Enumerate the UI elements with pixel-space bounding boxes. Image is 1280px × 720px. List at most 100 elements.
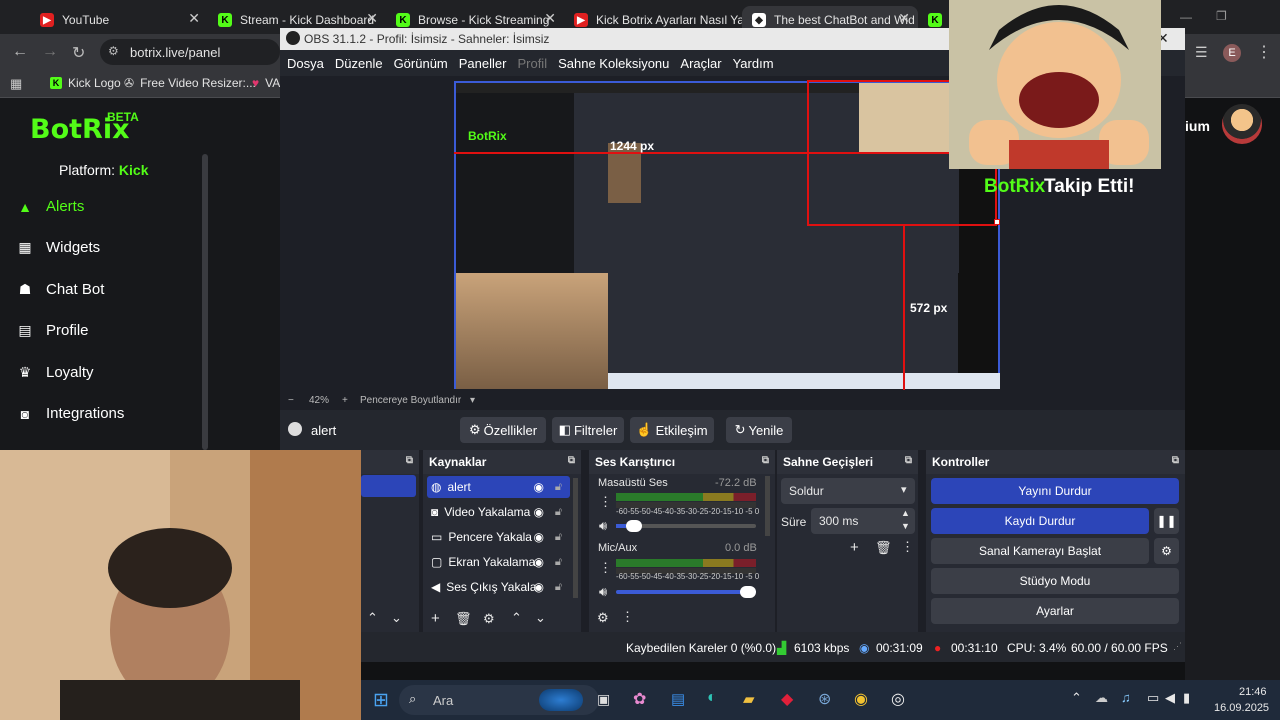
filters-button[interactable]: ◧ Filtreler xyxy=(552,417,624,443)
copilot-icon[interactable]: ✿ xyxy=(633,689,646,709)
sidebar-item-widgets[interactable]: ▦ Widgets xyxy=(18,239,100,256)
windows-start-icon[interactable]: ⊞ xyxy=(373,689,389,712)
address-bar[interactable]: ⚙ botrix.live/panel xyxy=(100,39,280,65)
interact-button[interactable]: ☝ Etkileşim xyxy=(630,417,714,443)
obs-taskbar-icon[interactable]: ◎ xyxy=(891,689,905,709)
eye-icon[interactable]: ◉ xyxy=(534,505,544,519)
reading-list-icon[interactable]: ☰ xyxy=(1195,44,1208,61)
forward-icon[interactable]: → xyxy=(42,43,58,61)
refresh-button[interactable]: ↻ Yenile xyxy=(726,417,792,443)
mixer-menu-icon[interactable]: ⋮ xyxy=(621,609,634,625)
add-source-icon[interactable]: + xyxy=(431,610,440,627)
duration-input[interactable]: 300 ms ▲ ▼ xyxy=(811,508,915,534)
arrow-up-icon[interactable]: ⌃ xyxy=(511,610,522,626)
mixer-settings-icon[interactable]: ⚙ xyxy=(597,610,609,626)
transition-select[interactable]: Soldur ▾ xyxy=(781,478,915,504)
transition-menu-icon[interactable]: ⋮ xyxy=(901,539,914,555)
source-item[interactable]: ◍ alert ◉ 🔓︎ xyxy=(427,476,570,498)
sidebar-item-integrations[interactable]: ◙ Integrations xyxy=(18,405,125,422)
speaker-icon[interactable]: 🔊︎ xyxy=(599,518,607,534)
menu-duzenle[interactable]: Düzenle xyxy=(335,56,383,71)
settings-button[interactable]: Ayarlar xyxy=(931,598,1179,624)
file-explorer-icon[interactable]: ▰ xyxy=(743,690,755,708)
volume-icon[interactable]: ◀ xyxy=(1165,690,1175,706)
sidebar-item-chat-bot[interactable]: ☗ Chat Bot xyxy=(18,281,105,298)
profile-avatar[interactable]: E xyxy=(1223,44,1241,62)
lock-icon[interactable]: 🔓︎ xyxy=(555,506,562,519)
bookmark-item[interactable]: K Kick Logo xyxy=(50,76,121,90)
taskbar-time[interactable]: 21:46 xyxy=(1239,686,1267,698)
tray-app-icon[interactable]: ☁ xyxy=(1095,690,1108,706)
menu-dosya[interactable]: Dosya xyxy=(287,56,324,71)
lock-icon[interactable]: 🔓︎ xyxy=(555,556,562,569)
arrow-down-icon[interactable]: ⌄ xyxy=(535,610,546,626)
browser-tab[interactable]: ▶ YouTube ✕ xyxy=(30,6,208,34)
studio-mode-button[interactable]: Stüdyo Modu xyxy=(931,568,1179,594)
zoom-dropdown-icon[interactable]: ▾ xyxy=(470,395,475,406)
trash-icon[interactable]: 🗑︎ xyxy=(455,611,472,627)
close-tab-icon[interactable]: ✕ xyxy=(898,10,910,27)
edge-icon[interactable]: ◐ xyxy=(707,689,717,707)
reload-icon[interactable]: ↻ xyxy=(72,43,85,63)
virtual-camera-settings-button[interactable]: ⚙ xyxy=(1154,538,1179,564)
volume-slider[interactable] xyxy=(616,520,756,532)
volume-slider[interactable] xyxy=(616,586,756,598)
preview-canvas[interactable]: BotRix xyxy=(454,81,1000,389)
network-icon[interactable]: ▭ xyxy=(1147,690,1159,706)
undock-icon[interactable]: ⧉ xyxy=(1172,455,1179,466)
apps-grid-icon[interactable]: ▦ xyxy=(10,76,22,92)
resize-grip-icon[interactable]: ⋰ xyxy=(1173,641,1182,652)
source-item[interactable]: ▭ Pencere Yakala ◉ 🔓︎ xyxy=(427,526,570,548)
close-tab-icon[interactable]: ✕ xyxy=(544,10,556,27)
lock-icon[interactable]: 🔓︎ xyxy=(555,531,562,544)
sidebar-item-profile[interactable]: ▤ Profile xyxy=(18,322,88,339)
undock-icon[interactable]: ⧉ xyxy=(568,455,575,466)
eye-icon[interactable]: ◉ xyxy=(534,530,544,544)
close-tab-icon[interactable]: ✕ xyxy=(366,10,378,27)
properties-button[interactable]: ⚙ Özellikler xyxy=(460,417,546,443)
tray-chevron-icon[interactable]: ⌃ xyxy=(1071,690,1082,706)
url-text[interactable]: botrix.live/panel xyxy=(130,45,220,60)
menu-yardim[interactable]: Yardım xyxy=(733,56,774,71)
maximize-icon[interactable]: ❐ xyxy=(1216,9,1227,23)
battery-icon[interactable]: ▮ xyxy=(1183,690,1190,706)
channel-menu-icon[interactable]: ⋮ xyxy=(599,494,612,510)
stepper-down-icon[interactable]: ▼ xyxy=(901,521,910,531)
stop-streaming-button[interactable]: Yayını Durdur xyxy=(931,478,1179,504)
taskbar-date[interactable]: 16.09.2025 xyxy=(1214,702,1269,714)
speaker-icon[interactable]: 🔊︎ xyxy=(599,584,607,600)
eye-icon[interactable]: ◉ xyxy=(534,580,544,594)
stepper-up-icon[interactable]: ▲ xyxy=(901,508,910,518)
site-info-icon[interactable]: ⚙ xyxy=(108,44,119,58)
resize-handle[interactable] xyxy=(994,219,1000,225)
lock-icon[interactable]: 🔓︎ xyxy=(555,481,562,494)
volume-slider-handle[interactable] xyxy=(626,520,642,532)
stop-recording-button[interactable]: Kaydı Durdur xyxy=(931,508,1149,534)
back-icon[interactable]: ← xyxy=(12,43,28,61)
source-item[interactable]: ◀ Ses Çıkış Yakala ◉ 🔓︎ xyxy=(427,576,570,598)
mixer-scrollbar[interactable] xyxy=(765,476,770,536)
undock-icon[interactable]: ⧉ xyxy=(762,455,769,466)
bookmark-item[interactable]: ✇ Free Video Resizer:... xyxy=(124,76,256,90)
channel-menu-icon[interactable]: ⋮ xyxy=(599,560,612,576)
bookmark-item[interactable]: ♥ VA xyxy=(252,76,280,90)
gear-icon[interactable]: ⚙ xyxy=(483,611,495,627)
menu-sahne-koleksiyonu[interactable]: Sahne Koleksiyonu xyxy=(558,56,669,71)
sources-scrollbar[interactable] xyxy=(573,478,578,598)
menu-dots-icon[interactable]: ⋮ xyxy=(1256,42,1272,62)
fit-to-window-button[interactable]: Pencereye Boyutlandır xyxy=(360,395,461,406)
sidebar-item-loyalty[interactable]: ♛ Loyalty xyxy=(18,364,94,381)
chrome-icon[interactable]: ◉ xyxy=(854,689,868,709)
game-app-icon[interactable]: ◆ xyxy=(781,689,793,709)
lock-icon[interactable]: 🔓︎ xyxy=(555,581,562,594)
task-view-icon[interactable]: ▣ xyxy=(597,691,610,708)
scene-item-selected[interactable] xyxy=(361,475,416,497)
pause-recording-button[interactable]: ❚❚ xyxy=(1154,508,1179,534)
microphone-icon[interactable]: ♫ xyxy=(1121,690,1131,705)
source-item[interactable]: ◙ Video Yakalama ◉ 🔓︎ xyxy=(427,501,570,523)
undock-icon[interactable]: ⧉ xyxy=(905,455,912,466)
menu-gorunum[interactable]: Görünüm xyxy=(394,56,448,71)
source-item[interactable]: ▢ Ekran Yakalama ◉ 🔓︎ xyxy=(427,551,570,573)
start-virtual-camera-button[interactable]: Sanal Kamerayı Başlat xyxy=(931,538,1149,564)
eye-icon[interactable]: ◉ xyxy=(534,555,544,569)
